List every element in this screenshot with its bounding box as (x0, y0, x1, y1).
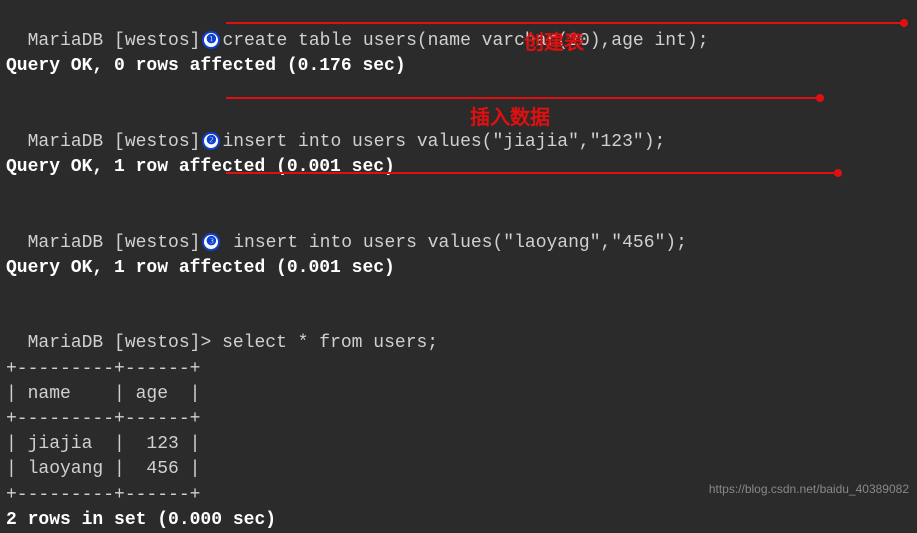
annotation-label: 创建表 (524, 26, 584, 56)
prompt-suffix: > (200, 333, 211, 353)
command-text: create table users(name varchar(20),age … (222, 31, 708, 51)
result-line: Query OK, 1 row affected (0.001 sec) (6, 155, 911, 180)
prompt: MariaDB [westos] (28, 132, 201, 152)
terminal-line: MariaDB [westos]❷insert into users value… (6, 105, 911, 155)
badge-icon: ❷ (202, 132, 220, 150)
footer-line: 2 rows in set (0.000 sec) (6, 508, 911, 533)
badge-icon: ❸ (202, 233, 220, 251)
table-header: | name | age | (6, 382, 911, 407)
terminal-line: MariaDB [westos]> select * from users; (6, 306, 911, 356)
underline-annotation (226, 97, 822, 99)
prompt: MariaDB [westos] (28, 333, 201, 353)
badge-icon: ❶ (202, 31, 220, 49)
table-row: | laoyang | 456 | (6, 457, 911, 482)
table-border: +---------+------+ (6, 357, 911, 382)
prompt: MariaDB [westos] (28, 233, 201, 253)
underline-annotation (226, 172, 840, 174)
annotation-label: 插入数据 (470, 101, 550, 131)
table-row: | jiajia | 123 | (6, 432, 911, 457)
blank-line (6, 80, 911, 105)
blank-line (6, 281, 911, 306)
command-text: select * from users; (222, 333, 438, 353)
prompt: MariaDB [westos] (28, 31, 201, 51)
command-text: insert into users values("jiajia","123")… (222, 132, 665, 152)
underline-annotation (226, 22, 906, 24)
result-line: Query OK, 1 row affected (0.001 sec) (6, 256, 911, 281)
terminal-line: MariaDB [westos]❶create table users(name… (6, 4, 911, 54)
table-border: +---------+------+ (6, 407, 911, 432)
blank-line (6, 180, 911, 205)
terminal-line: MariaDB [westos]❸ insert into users valu… (6, 206, 911, 256)
result-line: Query OK, 0 rows affected (0.176 sec) (6, 54, 911, 79)
watermark-text: https://blog.csdn.net/baidu_40389082 (709, 482, 909, 496)
command-text: insert into users values("laoyang","456"… (222, 233, 686, 253)
